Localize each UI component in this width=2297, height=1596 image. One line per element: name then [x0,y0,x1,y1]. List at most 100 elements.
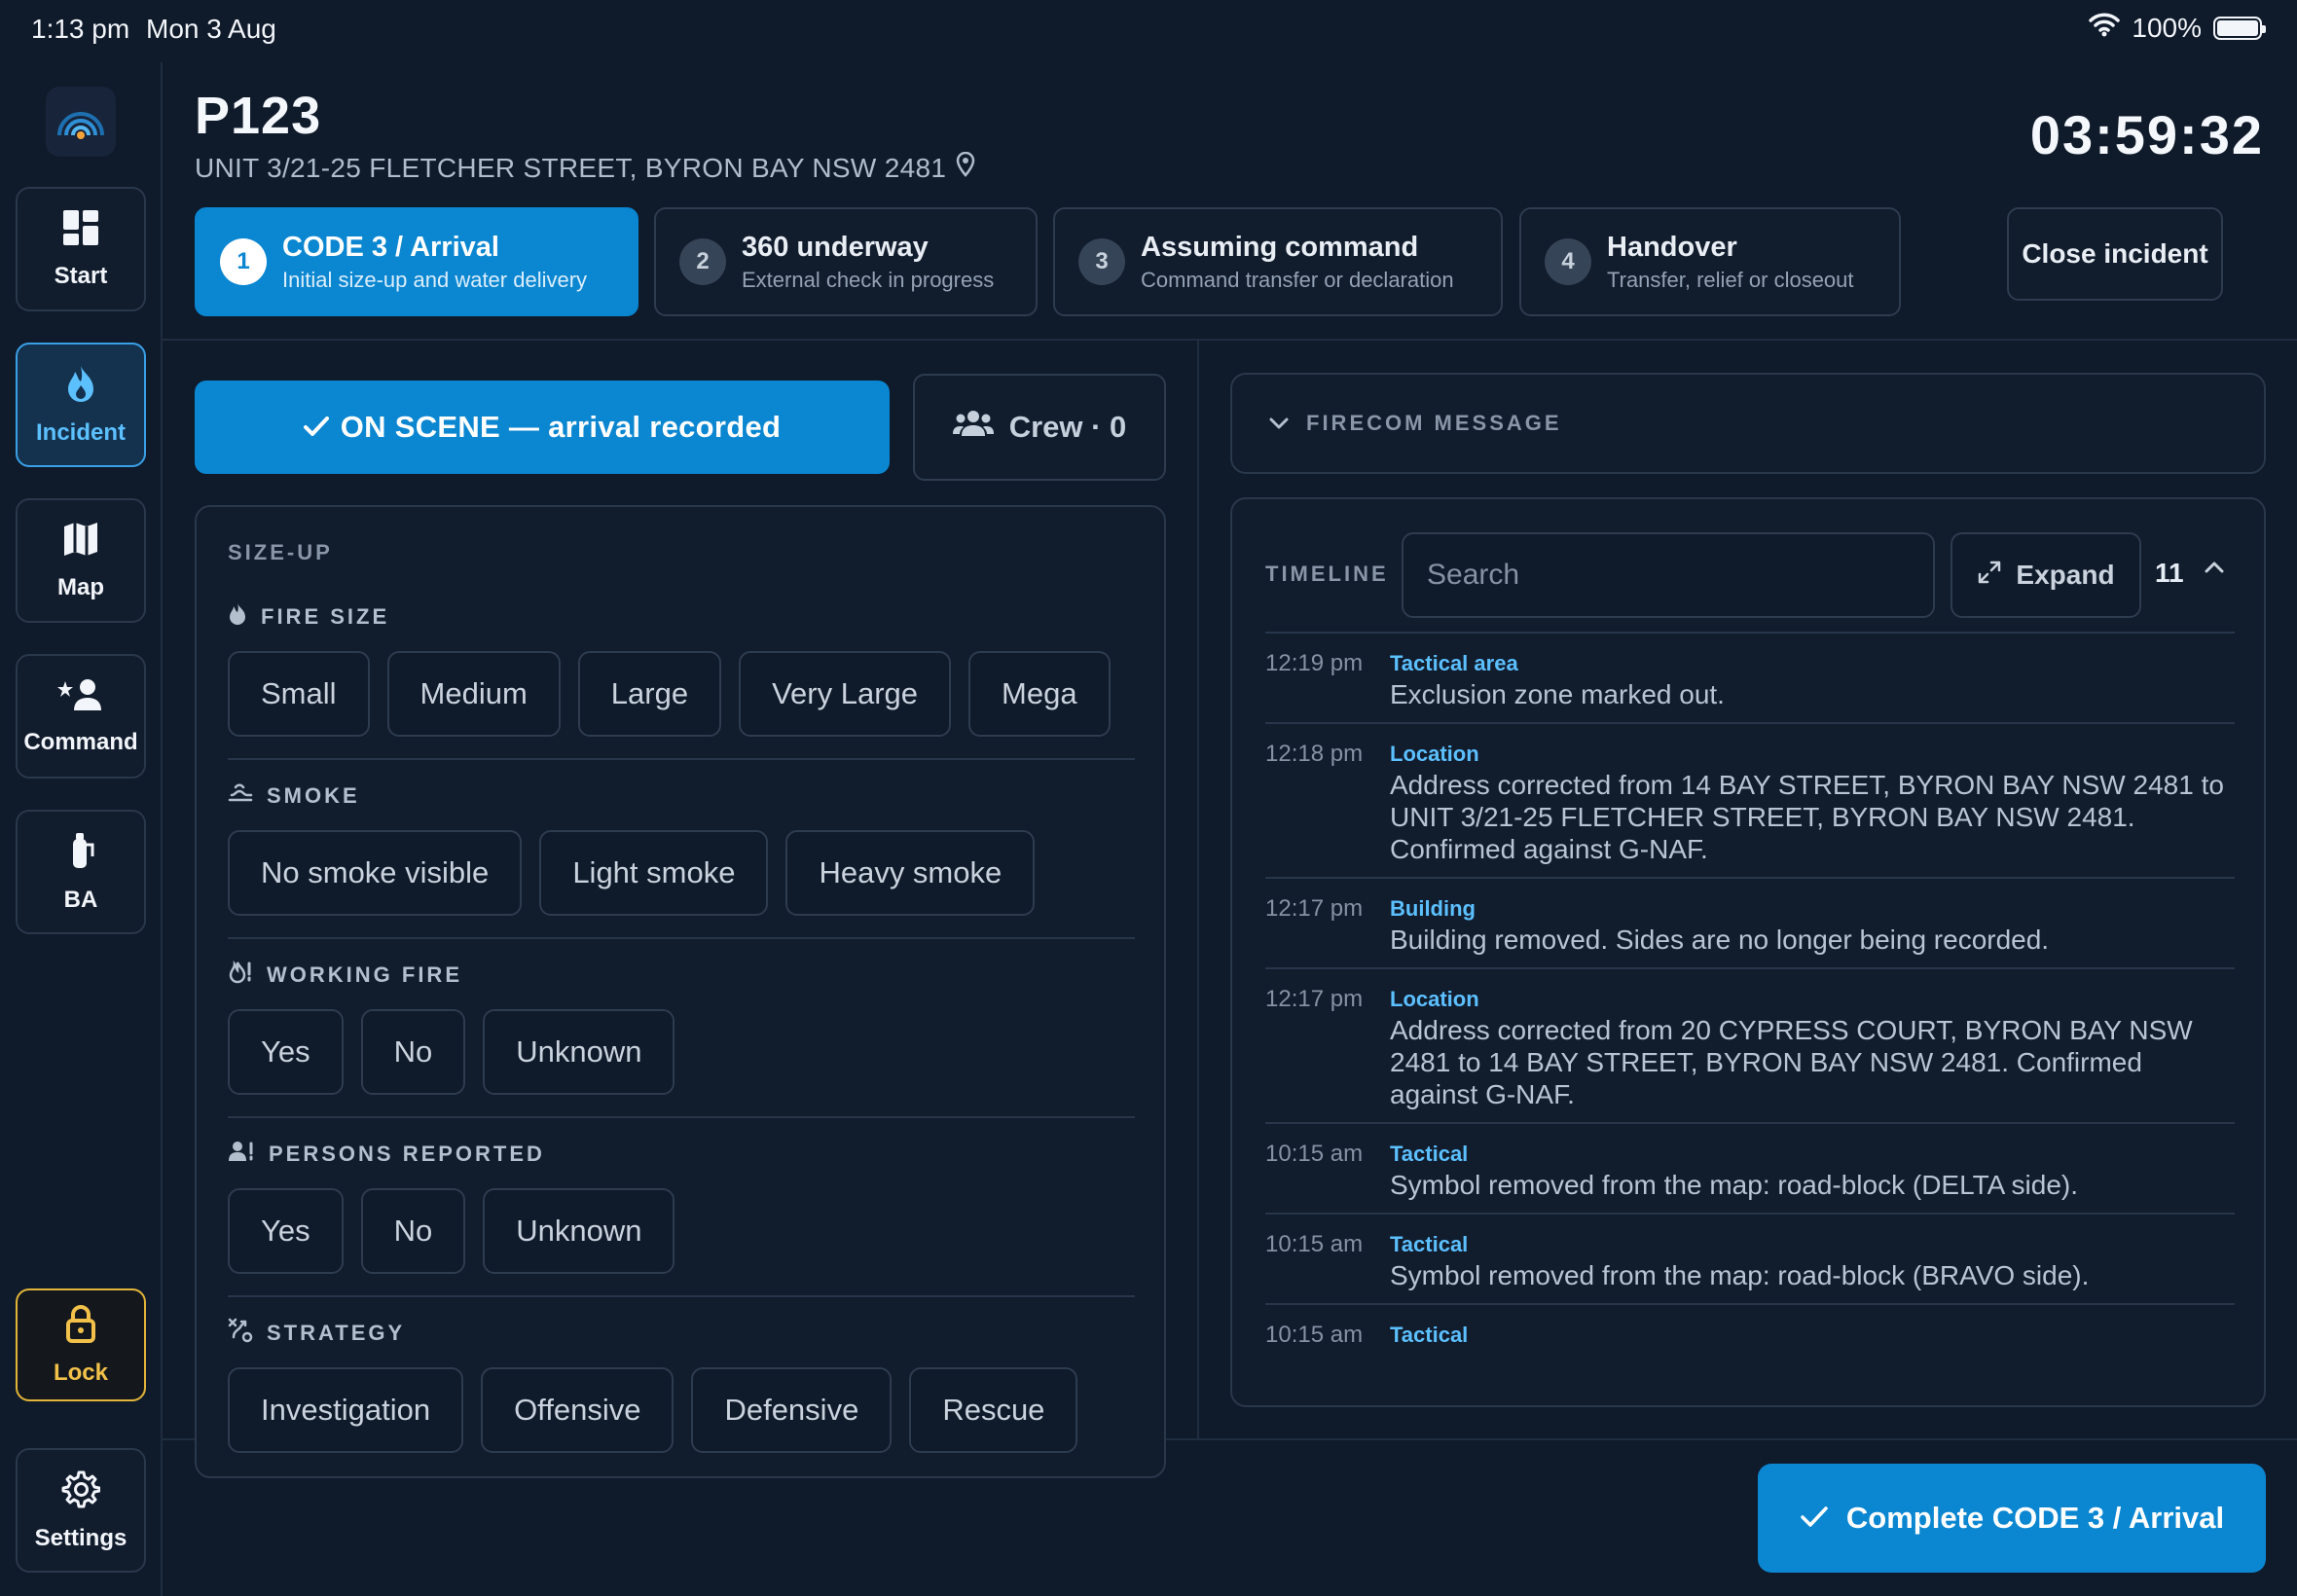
step-assuming-command[interactable]: 3 Assuming command Command transfer or d… [1053,207,1503,316]
timeline-entry: 10:15 am Tactical Symbol removed from th… [1265,1124,2235,1215]
step-subtitle: Transfer, relief or closeout [1607,267,1854,292]
option-yes[interactable]: Yes [228,1009,344,1095]
step-title: Assuming command [1141,231,1419,263]
entry-category: Tactical [1390,1232,1469,1256]
flame-icon [64,364,97,410]
timeline-entry: 12:17 pm Location Address corrected from… [1265,969,2235,1124]
option-mega[interactable]: Mega [968,651,1111,737]
option-heavy-smoke[interactable]: Heavy smoke [785,830,1036,916]
expand-label: Expand [2016,560,2115,590]
section-heading: FIRE SIZE [228,602,1135,632]
step-code3-arrival[interactable]: 1 CODE 3 / Arrival Initial size-up and w… [195,207,638,316]
entry-message: Address corrected from 14 BAY STREET, BY… [1390,770,2224,864]
option-large[interactable]: Large [577,651,722,737]
entry-message: Symbol removed from the map: road-block … [1390,1170,2078,1200]
smoke-section: SMOKE No smoke visible Light smoke Heavy… [228,781,1135,916]
entry-time: 10:15 am [1265,1231,1364,1257]
wifi-icon [2089,12,2121,44]
timeline-list: 12:19 pm Tactical area Exclusion zone ma… [1265,632,2235,1361]
firecom-title: FIRECOM MESSAGE [1306,411,1562,435]
sidebar-item-incident[interactable]: Incident [16,343,146,467]
on-scene-label: ON SCENE — arrival recorded [340,410,782,444]
option-light-smoke[interactable]: Light smoke [539,830,769,916]
option-group: No smoke visible Light smoke Heavy smoke [228,830,1135,916]
sidebar-item-command[interactable]: Command [16,654,146,779]
settings-button[interactable]: Settings [16,1448,146,1573]
status-bar: 1:13 pm Mon 3 Aug 100% [0,0,2297,62]
option-group: Yes No Unknown [228,1009,1135,1095]
option-medium[interactable]: Medium [386,651,561,737]
option-no[interactable]: No [360,1188,466,1274]
settings-label: Settings [34,1524,128,1551]
option-unknown[interactable]: Unknown [483,1188,675,1274]
option-no[interactable]: No [360,1009,466,1095]
entry-body: Tactical [1390,1321,2235,1350]
firecom-message-toggle[interactable]: FIRECOM MESSAGE [1230,373,2266,474]
section-heading: PERSONS REPORTED [228,1140,1135,1169]
option-no-smoke-visible[interactable]: No smoke visible [228,830,523,916]
step-title: 360 underway [742,231,929,263]
option-small[interactable]: Small [228,651,370,737]
status-date: Mon 3 Aug [146,14,276,44]
entry-time: 12:17 pm [1265,895,1364,922]
close-incident-button[interactable]: Close incident [2007,207,2223,301]
person-alert-icon [228,1140,255,1169]
chevron-up-icon[interactable] [2204,560,2225,580]
step-number: 3 [1078,238,1125,285]
section-divider [228,937,1135,939]
crew-button[interactable]: Crew · 0 [913,374,1166,481]
option-group: Yes No Unknown [228,1188,1135,1274]
section-title: FIRE SIZE [261,604,390,629]
section-heading: WORKING FIRE [228,960,1135,990]
complete-step-button[interactable]: Complete CODE 3 / Arrival [1758,1464,2266,1573]
option-investigation[interactable]: Investigation [228,1367,464,1453]
working-fire-section: WORKING FIRE Yes No Unknown [228,960,1135,1095]
entry-category: Location [1390,987,1479,1011]
timeline-count: 11 [2155,558,2184,588]
sidebar-item-map[interactable]: Map [16,498,146,623]
fire-size-section: FIRE SIZE Small Medium Large Very Large … [228,602,1135,737]
entry-category: Location [1390,742,1479,766]
step-360-underway[interactable]: 2 360 underway External check in progres… [654,207,1038,316]
option-yes[interactable]: Yes [228,1188,344,1274]
column-divider [1197,341,1199,1438]
step-handover[interactable]: 4 Handover Transfer, relief or closeout [1519,207,1901,316]
on-scene-button[interactable]: ON SCENE — arrival recorded [195,381,890,474]
timeline-entry: 12:18 pm Location Address corrected from… [1265,724,2235,879]
sidebar-item-start[interactable]: Start [16,187,146,311]
lock-button[interactable]: Lock [16,1288,146,1401]
option-offensive[interactable]: Offensive [481,1367,675,1453]
timeline-search-input[interactable] [1402,532,1935,618]
status-time: 1:13 pm [31,14,130,44]
lock-label: Lock [53,1359,108,1386]
option-rescue[interactable]: Rescue [909,1367,1078,1453]
app-logo [46,87,116,157]
option-group: Investigation Offensive Defensive Rescue [228,1367,1135,1453]
commander-icon [57,677,104,719]
timeline-title: TIMELINE [1265,562,1389,586]
timeline-entry: 10:15 am Tactical [1265,1305,2235,1361]
timeline-entry: 10:15 am Tactical Symbol removed from th… [1265,1215,2235,1305]
sizeup-panel: SIZE-UP FIRE SIZE Small Medium Large Ver… [195,505,1166,1478]
sidebar: Start Incident Map Command BA Lock Setti… [0,62,163,1596]
expand-icon [1977,560,2002,592]
breathing-apparatus-icon [66,831,95,877]
section-heading: SMOKE [228,781,1135,811]
crew-label: Crew · 0 [1008,410,1127,444]
entry-body: Tactical Symbol removed from the map: ro… [1390,1230,2235,1291]
section-heading: STRATEGY [228,1318,1135,1348]
section-divider [228,1116,1135,1118]
expand-button[interactable]: Expand [1951,532,2141,618]
section-title: PERSONS REPORTED [269,1142,545,1166]
grid-icon [62,209,99,253]
section-title: STRATEGY [267,1321,406,1345]
entry-body: Tactical Symbol removed from the map: ro… [1390,1140,2235,1201]
option-unknown[interactable]: Unknown [483,1009,675,1095]
map-icon [62,521,99,564]
entry-category: Tactical area [1390,651,1518,675]
sizeup-title: SIZE-UP [228,540,333,564]
option-defensive[interactable]: Defensive [691,1367,893,1453]
sidebar-item-ba[interactable]: BA [16,810,146,934]
option-very-large[interactable]: Very Large [739,651,952,737]
location-pin-icon[interactable] [956,151,975,184]
